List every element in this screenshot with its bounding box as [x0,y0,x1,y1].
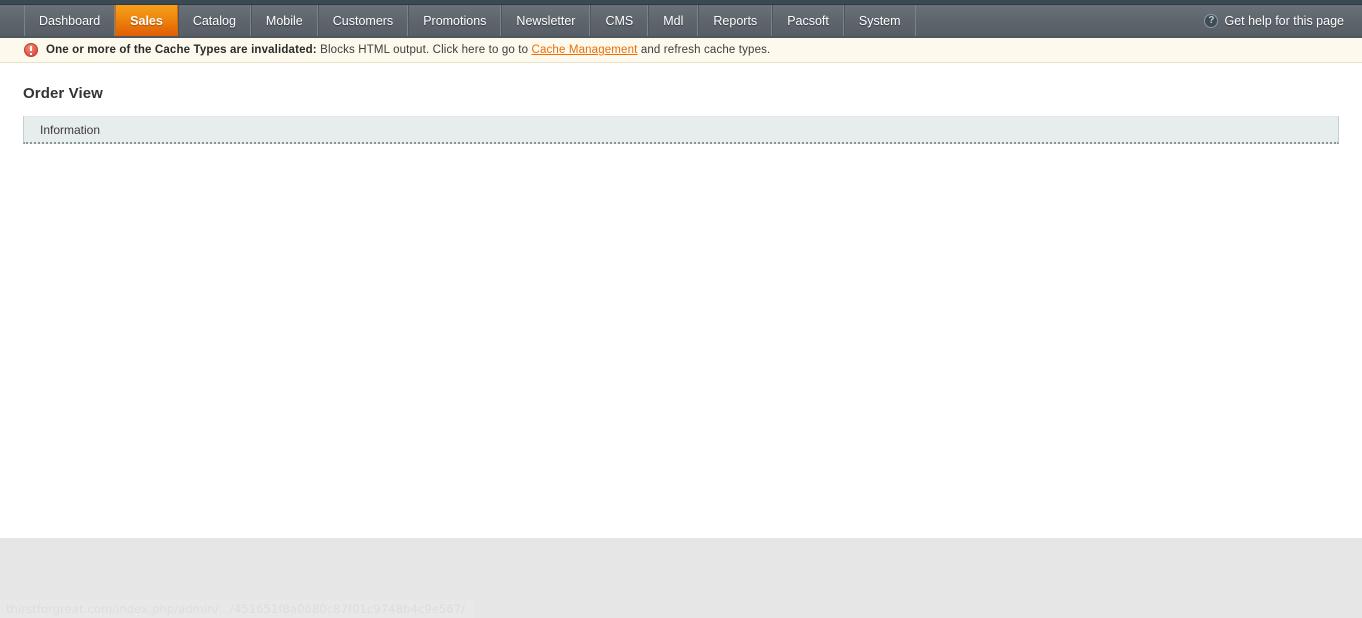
nav-item-pacsoft[interactable]: Pacsoft [772,5,844,36]
notice-message-before-link: Blocks HTML output. Click here to go to [316,44,532,56]
nav-item-cms[interactable]: CMS [590,5,649,36]
nav-item-mdl[interactable]: Mdl [648,5,699,36]
nav-item-sales[interactable]: Sales [115,5,178,36]
page-title: Order View [23,85,103,102]
notice-message-after-link: and refresh cache types. [637,44,771,56]
main-navigation-bar: Dashboard Sales Catalog Mobile Customers… [0,5,1362,38]
footer-area: thirstforgreat.com/index.php/admin/.../4… [0,537,1362,618]
notice-message-strong: One or more of the Cache Types are inval… [46,44,317,56]
nav-item-label: Dashboard [39,13,101,28]
nav-item-label: Sales [130,13,163,28]
nav-item-promotions[interactable]: Promotions [408,5,502,36]
nav-item-mobile[interactable]: Mobile [250,5,318,36]
tab-information[interactable]: Information [24,117,116,143]
nav-left-spacer [0,5,25,36]
nav-item-dashboard[interactable]: Dashboard [25,5,116,36]
nav-item-reports[interactable]: Reports [698,5,773,36]
cache-invalidated-notice: One or more of the Cache Types are inval… [0,38,1362,63]
nav-item-customers[interactable]: Customers [317,5,409,36]
nav-item-label: Mobile [265,13,303,28]
question-mark-circle-icon: ? [1204,13,1219,28]
error-exclamation-icon [24,43,38,57]
nav-item-newsletter[interactable]: Newsletter [501,5,591,36]
nav-item-label: Pacsoft [787,13,829,28]
nav-item-catalog[interactable]: Catalog [177,5,251,36]
get-help-label: Get help for this page [1224,13,1344,28]
get-help-link[interactable]: ? Get help for this page [1204,5,1344,36]
nav-item-label: Mdl [663,13,684,28]
cache-management-link[interactable]: Cache Management [532,44,638,56]
nav-item-label: Reports [713,13,758,28]
nav-item-label: CMS [605,13,634,28]
nav-item-label: System [858,13,901,28]
order-view-tab-strip: Information [23,116,1339,144]
browser-status-bar: thirstforgreat.com/index.php/admin/.../4… [0,600,476,618]
nav-item-label: Catalog [192,13,236,28]
main-content-area: Order View Information [0,63,1362,545]
tab-label: Information [40,122,101,137]
nav-item-label: Customers [332,13,394,28]
nav-item-label: Newsletter [516,13,576,28]
notice-message: One or more of the Cache Types are inval… [46,44,770,56]
status-bar-url: thirstforgreat.com/index.php/admin/.../4… [6,602,466,616]
nav-item-label: Promotions [423,13,487,28]
nav-item-list: Dashboard Sales Catalog Mobile Customers… [25,5,916,36]
nav-item-system[interactable]: System [843,5,916,36]
